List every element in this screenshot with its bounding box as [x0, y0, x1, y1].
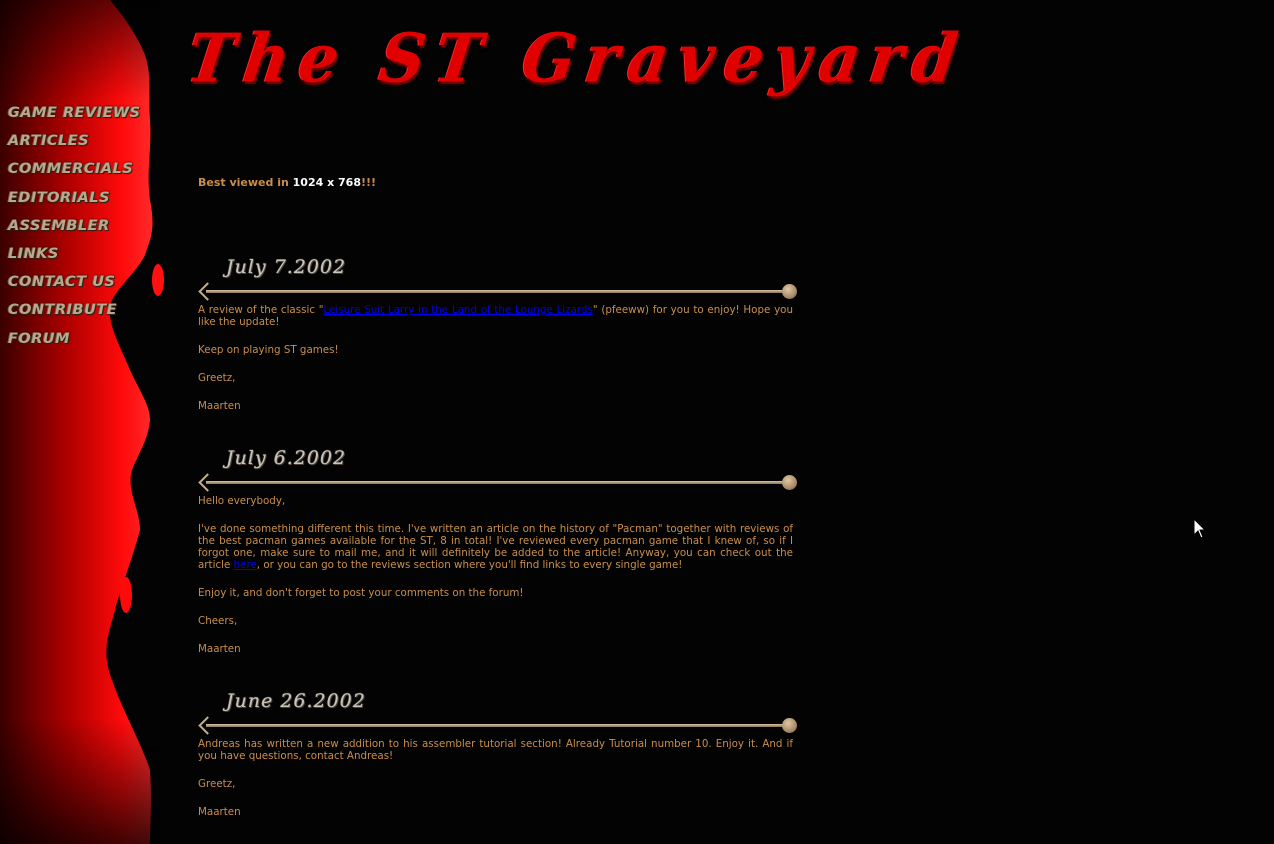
side-navigation: GAME REVIEWS ARTICLES COMMERCIALS EDITOR… [8, 102, 141, 356]
news-body: Andreas has written a new addition to hi… [198, 738, 793, 834]
arrow-divider-icon [198, 718, 797, 733]
site-title-logo: The ST Graveyard [182, 19, 972, 98]
news-paragraph: Andreas has written a new addition to hi… [198, 738, 793, 762]
best-viewed-prefix: Best viewed in [198, 176, 293, 189]
arrow-divider-icon [198, 475, 797, 490]
news-paragraph: A review of the classic "Leisure Suit La… [198, 304, 793, 328]
best-viewed-suffix: !!! [360, 176, 377, 189]
best-viewed-resolution: 1024 x 768 [292, 176, 361, 189]
mouse-pointer-icon [1193, 518, 1207, 539]
nav-articles[interactable]: ARTICLES [8, 130, 141, 158]
news-text: A review of the classic " [198, 304, 324, 316]
news-paragraph: I've done something different this time.… [198, 523, 793, 571]
nav-contribute[interactable]: CONTRIBUTE [8, 299, 141, 327]
news-signature: Maarten [198, 643, 241, 655]
news-body: A review of the classic "Leisure Suit La… [198, 304, 793, 428]
nav-commercials[interactable]: COMMERCIALS [8, 158, 141, 186]
news-signature: Maarten [198, 400, 241, 412]
news-paragraph: Greetz, [198, 372, 236, 384]
best-viewed-notice: Best viewed in 1024 x 768!!! [198, 176, 376, 189]
nav-game-reviews[interactable]: GAME REVIEWS [8, 102, 141, 130]
news-date: June 26.2002 [226, 690, 366, 712]
pacman-article-link[interactable]: here [234, 559, 257, 571]
nav-links[interactable]: LINKS [8, 243, 141, 271]
news-signature: Maarten [198, 806, 241, 818]
news-body: Hello everybody, I've done something dif… [198, 495, 793, 671]
news-paragraph: Cheers, [198, 615, 238, 627]
news-date: July 7.2002 [226, 256, 347, 278]
news-text: , or you can go to the reviews section w… [256, 559, 683, 571]
arrow-divider-icon [198, 284, 797, 299]
news-paragraph: Keep on playing ST games! [198, 344, 339, 356]
news-date: July 6.2002 [226, 447, 347, 469]
news-paragraph: Greetz, [198, 778, 236, 790]
news-paragraph: Hello everybody, [198, 495, 286, 507]
nav-contact-us[interactable]: CONTACT US [8, 271, 141, 299]
nav-forum[interactable]: FORUM [8, 328, 141, 356]
news-paragraph: Enjoy it, and don't forget to post your … [198, 587, 524, 599]
nav-assembler[interactable]: ASSEMBLER [8, 215, 141, 243]
larry-review-link[interactable]: Leisure Suit Larry in the Land of the Lo… [323, 304, 592, 316]
nav-editorials[interactable]: EDITORIALS [8, 187, 141, 215]
